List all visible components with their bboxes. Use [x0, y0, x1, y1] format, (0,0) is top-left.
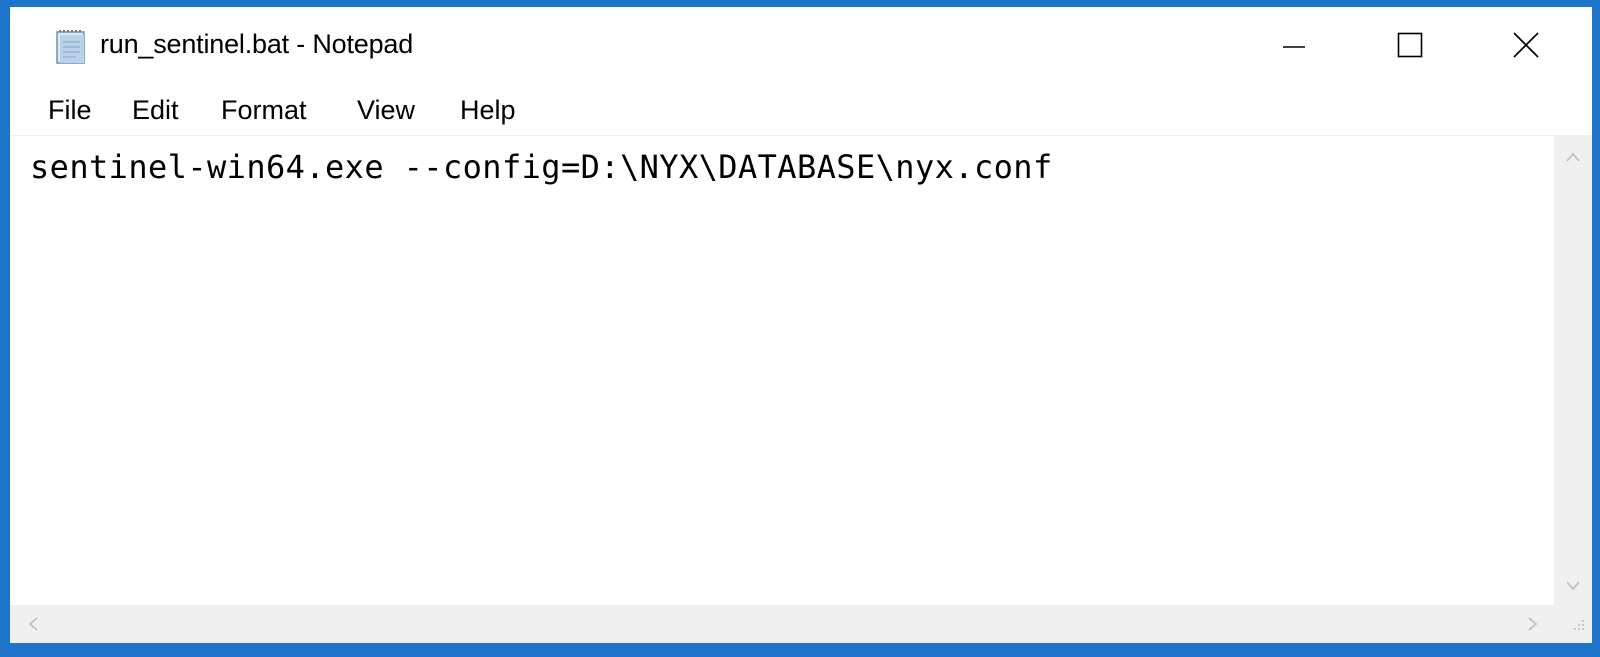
menu-bar: File Edit Format View Help: [10, 87, 1592, 135]
minimize-button[interactable]: [1236, 7, 1352, 87]
menu-format[interactable]: Format: [221, 93, 307, 128]
scroll-left-arrow-icon[interactable]: [18, 609, 48, 639]
window-title: run_sentinel.bat - Notepad: [100, 29, 414, 59]
maximize-icon: [1397, 32, 1423, 63]
editor-content[interactable]: sentinel-win64.exe --config=D:\NYX\DATAB…: [30, 148, 1053, 186]
notepad-window: run_sentinel.bat - Notepad File Edit For…: [0, 0, 1600, 657]
vertical-scrollbar[interactable]: [1554, 136, 1592, 605]
scroll-down-arrow-icon[interactable]: [1558, 571, 1588, 601]
minimize-icon: [1282, 33, 1306, 62]
resize-grip[interactable]: [1554, 605, 1592, 643]
close-button[interactable]: [1468, 7, 1584, 87]
title-bar[interactable]: run_sentinel.bat - Notepad: [10, 7, 1592, 87]
menu-help[interactable]: Help: [460, 93, 516, 128]
menu-file[interactable]: File: [48, 93, 92, 128]
scroll-right-arrow-icon[interactable]: [1518, 609, 1548, 639]
close-icon: [1513, 31, 1539, 63]
resize-grip-icon: [1570, 616, 1586, 637]
text-editor-area[interactable]: sentinel-win64.exe --config=D:\NYX\DATAB…: [10, 136, 1554, 605]
notepad-icon: [54, 27, 88, 65]
menu-view[interactable]: View: [357, 93, 415, 128]
maximize-button[interactable]: [1352, 7, 1468, 87]
horizontal-scrollbar[interactable]: [10, 605, 1554, 643]
menu-edit[interactable]: Edit: [132, 93, 179, 128]
scroll-up-arrow-icon[interactable]: [1558, 142, 1588, 172]
